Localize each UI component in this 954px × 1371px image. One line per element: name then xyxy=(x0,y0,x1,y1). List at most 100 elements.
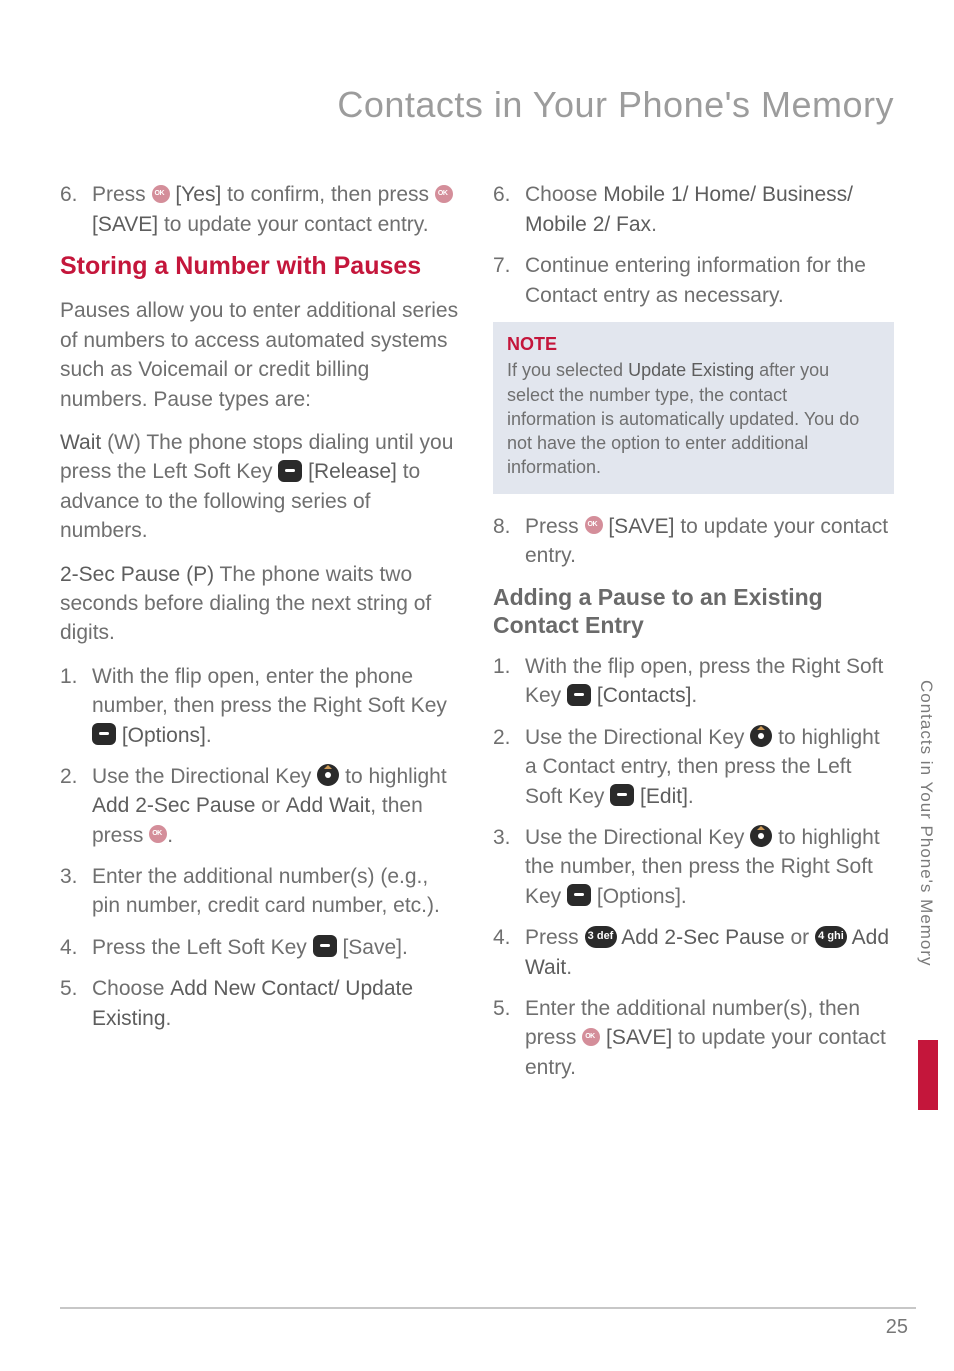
list-item: 3. Use the Directional Key to highlight … xyxy=(493,823,894,911)
heading-storing-number: Storing a Number with Pauses xyxy=(60,251,461,282)
heading-adding-pause: Adding a Pause to an Existing Contact En… xyxy=(493,583,894,641)
label-yes: [Yes] xyxy=(170,183,222,206)
text: . xyxy=(166,1007,172,1030)
list-item: 2. Use the Directional Key to highlight … xyxy=(60,762,461,850)
step-number: 2. xyxy=(60,762,82,850)
step-number: 6. xyxy=(493,180,515,239)
list-item: 5. Enter the additional number(s), then … xyxy=(493,994,894,1082)
label-edit: [Edit] xyxy=(634,785,688,808)
label-contacts: [Contacts] xyxy=(591,684,691,707)
text: Press xyxy=(525,926,585,949)
step-number: 1. xyxy=(493,652,515,711)
step-number: 1. xyxy=(60,662,82,750)
step-number: 2. xyxy=(493,723,515,811)
list-item: 7. Continue entering information for the… xyxy=(493,251,894,310)
note-body: If you selected Update Existing after yo… xyxy=(507,358,880,479)
text: to highlight xyxy=(339,765,446,788)
label-save: [SAVE] xyxy=(600,1026,672,1049)
step-number: 8. xyxy=(493,512,515,571)
step-number: 4. xyxy=(493,923,515,982)
steps-numbered: 1. With the flip open, enter the phone n… xyxy=(60,662,461,1033)
footer-divider xyxy=(60,1307,916,1309)
key-3-icon: 3 def xyxy=(585,926,617,948)
list-item: 1. With the flip open, enter the phone n… xyxy=(60,662,461,750)
text: . xyxy=(651,213,657,236)
dpad-icon xyxy=(317,764,339,786)
step-number: 4. xyxy=(60,933,82,962)
ok-icon xyxy=(585,516,603,534)
text: or xyxy=(255,794,285,817)
step-number: 3. xyxy=(493,823,515,911)
softkey-icon xyxy=(92,723,116,745)
list-item: 4. Press 3 def Add 2-Sec Pause or 4 ghi … xyxy=(493,923,894,982)
side-stripe xyxy=(918,1040,938,1110)
note-title: NOTE xyxy=(507,332,880,356)
list-item: 6. Choose Mobile 1/ Home/ Business/ Mobi… xyxy=(493,180,894,239)
ok-icon xyxy=(582,1028,600,1046)
text: . xyxy=(566,956,572,979)
text: to confirm, then press xyxy=(221,183,435,206)
side-tab-label: Contacts in Your Phone's Memory xyxy=(914,680,938,967)
page-title: Contacts in Your Phone's Memory xyxy=(60,80,894,130)
step-number: 3. xyxy=(60,862,82,921)
text: or xyxy=(785,926,815,949)
list-item: 8. Press [SAVE] to update your contact e… xyxy=(493,512,894,571)
text: Press the Left Soft Key xyxy=(92,936,313,959)
ok-icon xyxy=(152,185,170,203)
dpad-icon xyxy=(750,825,772,847)
text: . xyxy=(691,684,697,707)
continued-steps: 6. Press [Yes] to confirm, then press [S… xyxy=(60,180,461,239)
text: [Save]. xyxy=(337,936,408,959)
text: Choose xyxy=(525,183,603,206)
label-save: [SAVE] xyxy=(603,515,675,538)
text: . xyxy=(206,724,212,747)
text: to update your contact entry. xyxy=(158,213,428,236)
text: Continue entering information for the Co… xyxy=(525,251,894,310)
step-number: 6. xyxy=(60,180,82,239)
steps-after-note: 8. Press [SAVE] to update your contact e… xyxy=(493,512,894,571)
label-options: [Options] xyxy=(116,724,206,747)
softkey-icon xyxy=(313,935,337,957)
ok-icon xyxy=(435,185,453,203)
text: Use the Directional Key xyxy=(525,726,750,749)
text: With the flip open, enter the phone numb… xyxy=(92,665,447,717)
text: Choose xyxy=(92,977,170,1000)
paragraph-wait: Wait (W) The phone stops dialing until y… xyxy=(60,428,461,546)
page-number: 25 xyxy=(886,1313,908,1341)
softkey-icon xyxy=(278,460,302,482)
ok-icon xyxy=(149,825,167,843)
list-item: 5. Choose Add New Contact/ Update Existi… xyxy=(60,974,461,1033)
text: Press xyxy=(92,183,152,206)
text: Press xyxy=(525,515,585,538)
steps-continued: 6. Choose Mobile 1/ Home/ Business/ Mobi… xyxy=(493,180,894,310)
pause-label: 2-Sec Pause (P) xyxy=(60,563,214,586)
key-4-icon: 4 ghi xyxy=(815,926,847,948)
list-item: 1. With the flip open, press the Right S… xyxy=(493,652,894,711)
label-add-2sec-pause: Add 2-Sec Pause xyxy=(617,926,785,949)
label-add-wait: Add Wait xyxy=(286,794,370,817)
text: If you selected xyxy=(507,360,628,380)
text: Use the Directional Key xyxy=(525,826,750,849)
step-number: 5. xyxy=(60,974,82,1033)
dpad-icon xyxy=(750,725,772,747)
content-columns: 6. Press [Yes] to confirm, then press [S… xyxy=(60,180,894,1094)
step-number: 5. xyxy=(493,994,515,1082)
text: . xyxy=(167,824,173,847)
text: . xyxy=(688,785,694,808)
list-item: 4. Press the Left Soft Key [Save]. xyxy=(60,933,461,962)
list-item: 2. Use the Directional Key to highlight … xyxy=(493,723,894,811)
label-release: [Release] xyxy=(302,460,397,483)
label-save: [SAVE] xyxy=(92,213,158,236)
step-number: 7. xyxy=(493,251,515,310)
label-update-existing: Update Existing xyxy=(628,360,754,380)
right-column: 6. Choose Mobile 1/ Home/ Business/ Mobi… xyxy=(493,180,894,1094)
wait-label: Wait xyxy=(60,431,101,454)
steps-adding-pause: 1. With the flip open, press the Right S… xyxy=(493,652,894,1082)
left-column: 6. Press [Yes] to confirm, then press [S… xyxy=(60,180,461,1094)
softkey-icon xyxy=(610,784,634,806)
softkey-icon xyxy=(567,684,591,706)
text: [Options]. xyxy=(591,885,687,908)
paragraph-pause: 2-Sec Pause (P) The phone waits two seco… xyxy=(60,560,461,648)
text: Use the Directional Key xyxy=(92,765,317,788)
list-item: 3. Enter the additional number(s) (e.g.,… xyxy=(60,862,461,921)
